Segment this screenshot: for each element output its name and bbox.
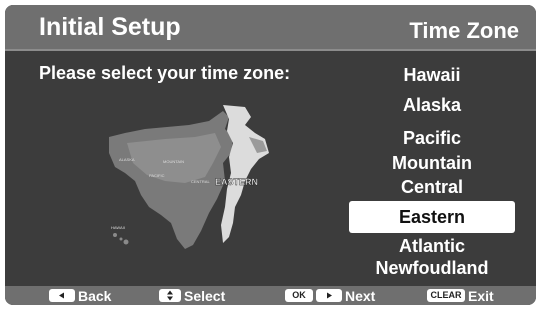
page-title: Initial Setup xyxy=(39,13,181,41)
right-arrow-key-icon xyxy=(316,289,342,302)
time-zone-option-atlantic[interactable]: Atlantic xyxy=(349,233,515,256)
setup-dialog: Initial Setup Time Zone Please select yo… xyxy=(5,5,536,305)
button-hint-bar: Back Select OK Next CLEAR Exit xyxy=(5,286,536,305)
time-zone-label: Mountain xyxy=(392,153,472,173)
time-zone-option-hawaii[interactable]: Hawaii xyxy=(349,60,515,90)
next-label: Next xyxy=(345,287,376,304)
map-label: MOUNTAIN xyxy=(163,159,184,164)
hawaii-island xyxy=(119,237,123,241)
title-bar: Initial Setup Time Zone xyxy=(5,5,536,51)
time-zone-label: Atlantic xyxy=(398,236,465,256)
clear-key: CLEAR xyxy=(427,289,465,302)
time-zone-option-alaska[interactable]: Alaska xyxy=(349,90,515,120)
up-down-arrow-key-icon xyxy=(159,289,181,302)
time-zone-option-newfoundland[interactable]: Newfoudland xyxy=(349,255,515,279)
time-zone-option-central[interactable]: Central xyxy=(349,174,515,198)
time-zone-label: Pacific xyxy=(402,128,462,148)
map-label: HAWAII xyxy=(111,225,125,230)
back-label: Back xyxy=(78,287,112,304)
time-zone-list: Hawaii Alaska Pacific Mountain Central E… xyxy=(349,60,515,279)
time-zone-option-eastern[interactable]: Eastern xyxy=(349,201,515,233)
select-label: Select xyxy=(184,287,226,304)
hawaii-island xyxy=(113,233,117,237)
time-zone-map: EASTERN ALASKA MOUNTAIN PACIFIC CENTRAL … xyxy=(105,103,271,255)
time-zone-label: Eastern xyxy=(398,207,466,227)
section-title: Time Zone xyxy=(409,18,519,43)
left-arrow-key-icon xyxy=(49,289,75,302)
ok-key: OK xyxy=(285,289,313,302)
time-zone-label: Hawaii xyxy=(403,65,461,85)
map-label: ALASKA xyxy=(119,157,135,162)
hawaii-island xyxy=(123,239,129,245)
exit-hint[interactable]: CLEAR Exit xyxy=(427,287,494,304)
back-hint[interactable]: Back xyxy=(49,287,111,304)
time-zone-option-mountain[interactable]: Mountain xyxy=(349,152,515,174)
map-label-eastern: EASTERN xyxy=(215,177,258,187)
time-zone-label: Central xyxy=(400,177,463,197)
instruction-text: Please select your time zone: xyxy=(39,63,291,83)
time-zone-label: Alaska xyxy=(402,95,462,115)
map-label: PACIFIC xyxy=(149,173,165,178)
next-hint[interactable]: OK Next xyxy=(285,287,375,304)
north-america-map-image: EASTERN ALASKA MOUNTAIN PACIFIC CENTRAL … xyxy=(105,103,271,255)
time-zone-option-pacific[interactable]: Pacific xyxy=(349,120,515,152)
time-zone-label: Newfoudland xyxy=(375,258,489,278)
exit-label: Exit xyxy=(468,287,494,304)
select-hint[interactable]: Select xyxy=(159,287,225,304)
map-label: CENTRAL xyxy=(191,179,210,184)
